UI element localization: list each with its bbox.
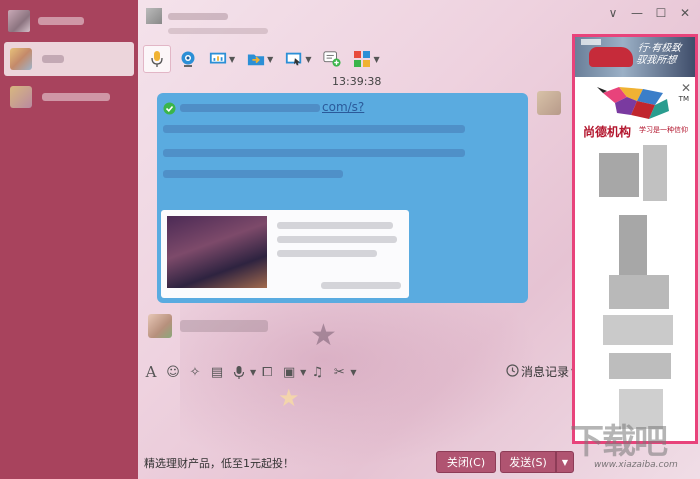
- contact-name-redacted: [42, 93, 110, 101]
- emoji-icon[interactable]: ☺: [162, 362, 184, 382]
- message-link[interactable]: com/s?: [180, 100, 364, 114]
- site-watermark: 下载吧 www.xiazaiba.com: [560, 412, 700, 479]
- clock-icon: [506, 363, 519, 380]
- folder-send-icon: [247, 50, 265, 68]
- self-name-redacted: [38, 17, 84, 25]
- car-image: [589, 47, 633, 67]
- chat-subtitle-redacted: [168, 28, 268, 34]
- ad-slogan: 学习是一种信仰: [639, 126, 688, 134]
- avatar[interactable]: [8, 10, 30, 32]
- history-label: 消息记录: [521, 365, 570, 379]
- contact-item[interactable]: [4, 42, 134, 76]
- footer-ad-link[interactable]: 精选理财产品，低至1元起投！: [144, 455, 294, 471]
- trademark-label: TM: [678, 95, 689, 103]
- chevron-down-icon[interactable]: ▼: [305, 55, 311, 64]
- preview-source-redacted: [321, 282, 401, 289]
- microphone-icon: [148, 50, 166, 68]
- voice-message-icon[interactable]: [228, 362, 250, 382]
- remote-desktop-icon: [285, 50, 303, 68]
- scissors-icon[interactable]: ✂: [328, 362, 350, 382]
- contact-item[interactable]: [4, 80, 134, 114]
- chevron-down-icon[interactable]: ▼: [350, 368, 356, 377]
- ad-org-name: 尚德机构: [583, 125, 632, 139]
- message-history-button[interactable]: 消息记录 ▼: [506, 363, 577, 380]
- webcam-icon: [179, 50, 197, 68]
- chevron-down-icon[interactable]: ▼: [267, 55, 273, 64]
- remote-desktop-button[interactable]: ▼: [281, 45, 315, 73]
- music-icon[interactable]: ♫: [306, 362, 328, 382]
- send-file-button[interactable]: ▼: [243, 45, 277, 73]
- chevron-down-icon[interactable]: ▼: [373, 55, 379, 64]
- ad-banner[interactable]: 行·有极致 驭我所想: [575, 37, 695, 77]
- maximize-icon[interactable]: ☐: [654, 6, 668, 20]
- close-icon[interactable]: ✕: [681, 81, 691, 95]
- chat-window: ∨ — ☐ ✕ ▼ ▼ ▼ ▼ 13:39:38 com/s? ★ ★ A ☺ …: [0, 0, 700, 479]
- chat-title-redacted: [168, 13, 228, 20]
- avatar: [10, 86, 32, 108]
- bull-logo-icon: [597, 85, 673, 126]
- link-preview-card[interactable]: [161, 210, 409, 298]
- avatar[interactable]: [537, 91, 561, 115]
- avatar[interactable]: [148, 314, 172, 338]
- self-profile[interactable]: [8, 8, 84, 34]
- window-controls: ∨ — ☐ ✕: [606, 6, 692, 20]
- close-icon[interactable]: ✕: [678, 6, 692, 20]
- link-text-redacted: [163, 170, 343, 178]
- menu-icon[interactable]: ∨: [606, 6, 620, 20]
- shake-icon[interactable]: ✧: [184, 362, 206, 382]
- ad-banner-text: 行·有极致 驭我所想: [635, 43, 682, 66]
- font-icon[interactable]: A: [140, 362, 162, 382]
- preview-text-redacted: [277, 236, 397, 243]
- chat-add-icon: [323, 50, 342, 68]
- close-button[interactable]: 关闭(C): [436, 451, 496, 473]
- apps-grid-icon: [353, 50, 371, 68]
- video-call-button[interactable]: [175, 45, 201, 73]
- star-icon: ★: [278, 384, 300, 412]
- remote-demo-button[interactable]: ▼: [205, 45, 239, 73]
- chevron-down-icon[interactable]: ▼: [229, 55, 235, 64]
- minimize-icon[interactable]: —: [630, 6, 644, 20]
- chat-title-avatar: [146, 8, 162, 24]
- contact-sidebar: [0, 0, 138, 479]
- image-icon[interactable]: ▣: [278, 362, 300, 382]
- avatar: [10, 48, 32, 70]
- message-text-redacted: [180, 320, 268, 332]
- create-discussion-button[interactable]: [319, 45, 345, 73]
- brand-logo: [581, 39, 601, 45]
- ad-image-mosaic: [589, 145, 685, 437]
- preview-thumbnail: [167, 216, 267, 288]
- link-text-redacted: [163, 125, 465, 133]
- link-redacted: [180, 103, 320, 112]
- link-suffix: com/s?: [322, 100, 365, 114]
- message-timestamp: 13:39:38: [332, 75, 382, 88]
- verified-check-icon: [163, 102, 176, 118]
- link-text-redacted: [163, 149, 465, 157]
- star-icon: ★: [310, 318, 337, 353]
- preview-text-redacted: [277, 222, 393, 229]
- send-button[interactable]: 发送(S): [500, 451, 556, 473]
- watermark-url: www.xiazaiba.com: [594, 460, 678, 470]
- chat-toolbar: ▼ ▼ ▼ ▼: [143, 44, 384, 74]
- gif-icon[interactable]: ▤: [206, 362, 228, 382]
- watermark-text: 下载吧: [570, 422, 668, 462]
- ad-panel[interactable]: 行·有极致 驭我所想 ✕ TM 尚德机构 学习是一种信仰: [572, 34, 698, 444]
- presentation-icon: [209, 50, 227, 68]
- preview-text-redacted: [277, 250, 377, 257]
- screenshot-icon[interactable]: ⧠: [256, 362, 278, 382]
- apps-button[interactable]: ▼: [349, 45, 383, 73]
- voice-call-button[interactable]: [143, 45, 171, 73]
- contact-name-redacted: [42, 55, 64, 63]
